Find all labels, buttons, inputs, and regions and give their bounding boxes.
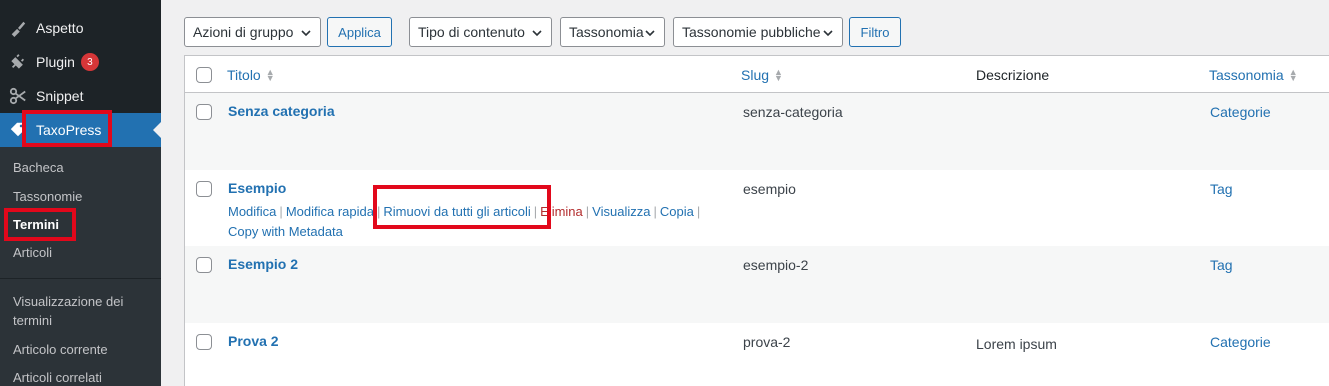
table-header: Titolo ▲ ▼ Slug ▲ ▼ Descrizione Tassonomia…	[185, 56, 1329, 93]
column-title-label: Titolo	[227, 67, 261, 83]
terms-table: Titolo ▲ ▼ Slug ▲ ▼ Descrizione Tassonomia…	[184, 55, 1329, 386]
term-title-link[interactable]: Esempio	[228, 180, 286, 196]
submenu-item-articoli-correlati[interactable]: Articoli correlati	[13, 368, 153, 386]
update-count-badge: 3	[80, 53, 99, 71]
chevron-down-icon	[644, 26, 656, 42]
submenu-item-articolo-corrente[interactable]: Articolo corrente	[13, 340, 153, 359]
term-taxonomy-link[interactable]: Categorie	[1210, 334, 1271, 350]
column-taxonomy-label: Tassonomia	[1209, 67, 1284, 83]
plugin-icon	[0, 53, 36, 71]
term-title-link[interactable]: Senza categoria	[228, 103, 335, 119]
scissors-icon	[0, 87, 36, 105]
term-taxonomy-link[interactable]: Tag	[1210, 181, 1233, 197]
column-slug-label: Slug	[741, 67, 770, 83]
term-description: Lorem ipsum	[976, 336, 1057, 352]
chevron-down-icon	[531, 26, 543, 42]
admin-sidebar: Aspetto Plugin 3 Snippet TaxoPress Bache…	[0, 0, 161, 386]
menu-label: Snippet	[36, 88, 84, 104]
taxonomy-value: Tassonomia	[569, 24, 644, 40]
menu-item-snippet[interactable]: Snippet	[0, 79, 161, 113]
view-link[interactable]: Visualizza	[592, 204, 650, 219]
quick-edit-link[interactable]: Modifica rapida	[286, 204, 374, 219]
taxonomy-select[interactable]: Tassonomia	[560, 17, 665, 47]
content-type-value: Tipo di contenuto	[418, 24, 525, 40]
select-all-checkbox[interactable]	[196, 67, 212, 83]
row-checkbox[interactable]	[196, 104, 212, 120]
sort-arrows-icon: ▲ ▼	[774, 67, 783, 83]
sort-arrows-icon: ▲ ▼	[1288, 67, 1298, 83]
table-row: Esempio Modifica | Modifica rapida | Rimuovi…	[185, 170, 1329, 246]
row-checkbox[interactable]	[196, 181, 212, 197]
term-slug: esempio-2	[743, 257, 809, 273]
term-title-link[interactable]: Esempio 2	[228, 256, 298, 272]
filter-button[interactable]: Filtro	[849, 17, 901, 47]
term-slug: prova-2	[743, 334, 791, 350]
menu-label: Aspetto	[36, 20, 84, 36]
chevron-down-icon	[822, 26, 834, 42]
menu-label: TaxoPress	[36, 122, 102, 138]
edit-link[interactable]: Modifica	[228, 204, 276, 219]
table-row: Senza categoria senza-categoria Categori…	[185, 93, 1329, 170]
public-taxonomies-value: Tassonomie pubbliche	[682, 24, 821, 40]
current-menu-arrow	[153, 122, 161, 138]
remove-from-all-posts-link[interactable]: Rimuovi da tutti gli articoli	[383, 204, 530, 219]
column-header-taxonomy[interactable]: Tassonomia ▲ ▼	[1209, 67, 1298, 83]
menu-label: Plugin	[36, 54, 75, 70]
tag-icon	[0, 121, 36, 139]
chevron-down-icon	[300, 26, 312, 42]
submenu-item-visualizzazione-termini[interactable]: Visualizzazione dei termini	[13, 292, 153, 330]
submenu-divider	[0, 278, 161, 279]
table-row: Prova 2 prova-2 Lorem ipsum Categorie	[185, 323, 1329, 386]
term-title-link[interactable]: Prova 2	[228, 333, 279, 349]
menu-item-plugin[interactable]: Plugin 3	[0, 45, 161, 79]
row-checkbox[interactable]	[196, 334, 212, 350]
term-taxonomy-link[interactable]: Tag	[1210, 257, 1233, 273]
sort-arrows-icon: ▲ ▼	[265, 67, 275, 83]
row-actions: Modifica | Modifica rapida | Rimuovi da tutt…	[228, 204, 701, 239]
bulk-actions-select[interactable]: Azioni di gruppo	[184, 17, 321, 47]
submenu-item-tassonomie[interactable]: Tassonomie	[13, 187, 153, 206]
copy-with-metadata-link[interactable]: Copy with Metadata	[228, 224, 343, 239]
delete-link[interactable]: Elimina	[540, 204, 583, 219]
column-header-title[interactable]: Titolo ▲ ▼	[227, 67, 275, 83]
copy-link[interactable]: Copia	[660, 204, 694, 219]
term-taxonomy-link[interactable]: Categorie	[1210, 104, 1271, 120]
public-taxonomies-select[interactable]: Tassonomie pubbliche	[673, 17, 843, 47]
bulk-actions-value: Azioni di gruppo	[193, 24, 294, 40]
table-row: Esempio 2 esempio-2 Tag	[185, 246, 1329, 323]
content-type-select[interactable]: Tipo di contenuto	[409, 17, 552, 47]
apply-button[interactable]: Applica	[327, 17, 392, 47]
term-slug: esempio	[743, 181, 796, 197]
paintbrush-icon	[0, 19, 36, 37]
menu-item-aspetto[interactable]: Aspetto	[0, 11, 161, 45]
row-checkbox[interactable]	[196, 257, 212, 273]
column-header-description: Descrizione	[976, 67, 1050, 83]
submenu-item-articoli[interactable]: Articoli	[13, 243, 153, 262]
menu-item-taxopress[interactable]: TaxoPress	[0, 113, 161, 147]
term-slug: senza-categoria	[743, 104, 843, 120]
submenu-item-termini[interactable]: Termini	[13, 215, 153, 234]
submenu-item-bacheca[interactable]: Bacheca	[13, 158, 153, 177]
column-header-slug[interactable]: Slug ▲ ▼	[741, 67, 783, 83]
